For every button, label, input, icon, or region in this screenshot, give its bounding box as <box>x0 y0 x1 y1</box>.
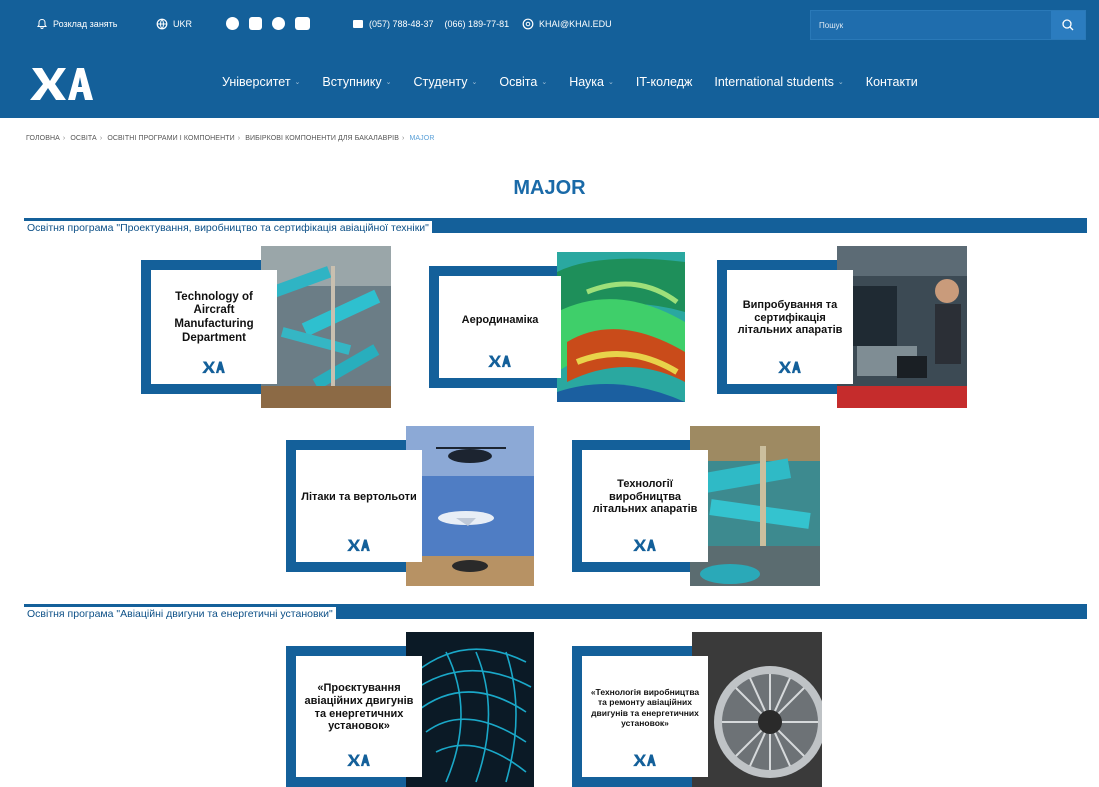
nav-item-international[interactable]: International students ⌄ <box>714 75 843 89</box>
khai-logo-small <box>347 539 370 552</box>
nav-menu: Університет ⌄ Вступнику ⌄ Студенту ⌄ Освіта… <box>222 75 940 89</box>
card-label: Літаки та вертольоти <box>296 450 422 562</box>
program-card[interactable]: Аеродинаміка <box>429 252 685 402</box>
card-label: Технології виробництва літальних апараті… <box>582 450 708 562</box>
chevron-down-icon: ⌄ <box>294 79 301 86</box>
card-title: Випробування та сертифікація літальних а… <box>737 298 843 337</box>
breadcrumb: ГОЛОВНА › ОСВІТА › ОСВІТНІ ПРОГРАМИ І КОМП… <box>26 135 434 142</box>
search-button[interactable] <box>1051 11 1085 39</box>
nav-label: Наука <box>569 75 604 89</box>
card-image <box>690 426 820 586</box>
breadcrumb-separator: › <box>99 135 103 142</box>
khai-logo-small <box>778 361 801 374</box>
schedule-label: Розклад занять <box>53 19 118 29</box>
card-image <box>261 246 391 408</box>
card-title: «Технологія виробництва та ремонту авіац… <box>590 687 700 728</box>
at-icon <box>522 18 534 30</box>
breadcrumb-current: MAJOR <box>409 135 435 142</box>
nav-label: Студенту <box>413 75 468 89</box>
nav-item-university[interactable]: Університет ⌄ <box>222 75 300 89</box>
card-label: «Проєктування авіаційних двигунів та ене… <box>296 656 422 777</box>
card-image <box>406 632 534 787</box>
telegram-icon[interactable] <box>226 17 239 30</box>
card-label: «Технологія виробництва та ремонту авіац… <box>582 656 708 777</box>
nav-label: IT-коледж <box>635 75 693 89</box>
section-title: Освітня програма "Авіаційні двигуни та е… <box>24 607 336 622</box>
khai-logo-small <box>347 754 370 767</box>
globe-icon <box>156 18 168 30</box>
card-image <box>837 246 967 408</box>
main-navbar: Університет ⌄ Вступнику ⌄ Студенту ⌄ Освіта… <box>0 52 1099 118</box>
nav-item-applicants[interactable]: Вступнику ⌄ <box>322 75 391 89</box>
breadcrumb-separator: › <box>401 135 405 142</box>
card-title: Technology of Aircraft Manufacturing Dep… <box>174 290 254 344</box>
nav-label: Університет <box>222 75 291 89</box>
nav-label: International students <box>714 75 834 89</box>
chevron-down-icon: ⌄ <box>385 79 392 86</box>
search-input[interactable] <box>819 11 1049 39</box>
page-title: MAJOR <box>513 177 586 199</box>
chevron-down-icon: ⌄ <box>541 79 548 86</box>
section-header: Освітня програма "Авіаційні двигуни та е… <box>24 604 1087 622</box>
search-icon <box>1062 19 1074 31</box>
nav-item-science[interactable]: Наука ⌄ <box>569 75 614 89</box>
nav-label: Освіта <box>499 75 538 89</box>
card-image <box>692 632 822 787</box>
card-title: Літаки та вертольоти <box>301 490 417 503</box>
card-label: Technology of Aircraft Manufacturing Dep… <box>151 270 277 384</box>
breadcrumb-separator: › <box>237 135 241 142</box>
phone-links: (057) 788-48-37 (066) 189-77-81 <box>352 18 509 30</box>
bell-icon <box>37 18 47 29</box>
language-label: UKR <box>173 19 193 29</box>
khai-logo-small <box>488 355 511 368</box>
nav-item-students[interactable]: Студенту ⌄ <box>414 75 478 89</box>
khai-logo[interactable] <box>30 64 96 102</box>
breadcrumb-item[interactable]: ГОЛОВНА <box>26 135 60 142</box>
nav-label: Вступнику <box>322 75 382 89</box>
nav-item-it-college[interactable]: IT-коледж <box>636 75 693 89</box>
nav-item-education[interactable]: Освіта ⌄ <box>499 75 547 89</box>
facebook-icon[interactable] <box>272 17 285 30</box>
card-title: Аеродинаміка <box>461 313 539 326</box>
breadcrumb-item[interactable]: ОСВІТА <box>70 135 96 142</box>
khai-logo-small <box>633 539 656 552</box>
card-title: «Проєктування авіаційних двигунів та ене… <box>304 681 414 733</box>
program-card[interactable]: «Технологія виробництва та ремонту авіац… <box>572 632 834 787</box>
card-image <box>406 426 534 586</box>
section-header: Освітня програма "Проектування, виробниц… <box>24 218 1087 236</box>
email-link[interactable]: KHAI@KHAI.EDU <box>522 18 612 30</box>
program-card[interactable]: Літаки та вертольоти <box>286 426 548 586</box>
card-label: Аеродинаміка <box>439 276 561 378</box>
khai-logo-small <box>633 754 656 767</box>
instagram-icon[interactable] <box>249 17 262 30</box>
email-label: KHAI@KHAI.EDU <box>539 19 612 29</box>
card-title: Технології виробництва літальних апараті… <box>592 477 698 516</box>
phone-2[interactable]: (066) 189-77-81 <box>445 19 510 29</box>
chevron-down-icon: ⌄ <box>471 79 478 86</box>
language-switcher[interactable]: UKR <box>156 18 192 30</box>
nav-item-contacts[interactable]: Контакти <box>866 75 918 89</box>
phone-1[interactable]: (057) 788-48-37 <box>369 19 434 29</box>
card-image <box>557 252 685 402</box>
section-title: Освітня програма "Проектування, виробниц… <box>24 221 432 236</box>
phone-icon <box>353 20 363 28</box>
chevron-down-icon: ⌄ <box>608 79 614 86</box>
breadcrumb-separator: › <box>62 135 66 142</box>
program-card[interactable]: «Проєктування авіаційних двигунів та ене… <box>286 632 548 787</box>
top-utility-bar: Розклад занять UKR (057) 788-48-37 (066)… <box>0 0 1099 52</box>
breadcrumb-item[interactable]: ВИБІРКОВІ КОМПОНЕНТИ ДЛЯ БАКАЛАВРІВ <box>245 135 399 142</box>
chevron-down-icon: ⌄ <box>837 79 844 86</box>
search-box <box>810 10 1086 40</box>
program-card[interactable]: Technology of Aircraft Manufacturing Dep… <box>141 246 397 408</box>
nav-label: Контакти <box>865 75 918 89</box>
breadcrumb-item[interactable]: ОСВІТНІ ПРОГРАМИ І КОМПОНЕНТИ <box>107 135 234 142</box>
card-label: Випробування та сертифікація літальних а… <box>727 270 853 384</box>
program-card[interactable]: Технології виробництва літальних апараті… <box>572 426 834 586</box>
social-links <box>226 17 310 30</box>
khai-logo-small <box>202 361 225 374</box>
schedule-link[interactable]: Розклад занять <box>36 18 117 30</box>
youtube-icon[interactable] <box>295 17 310 30</box>
program-card[interactable]: Випробування та сертифікація літальних а… <box>717 246 973 408</box>
